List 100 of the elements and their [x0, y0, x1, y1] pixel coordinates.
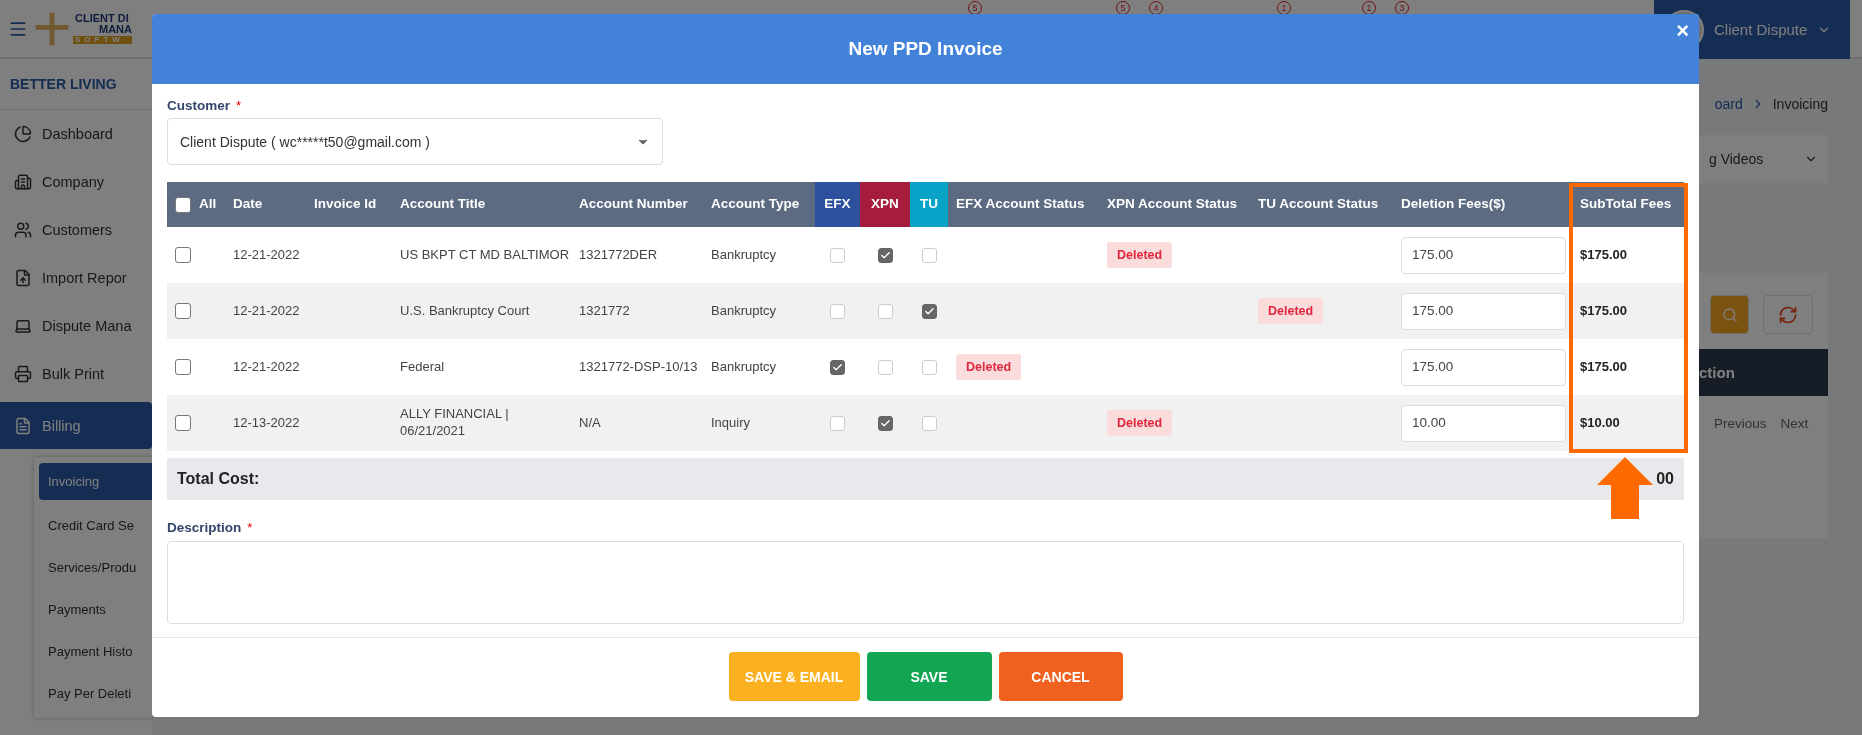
checkbox[interactable]: [877, 415, 893, 431]
user-name[interactable]: Client Dispute: [1714, 21, 1808, 38]
breadcrumb-current: Invoicing: [1772, 96, 1828, 112]
sidebar-item[interactable]: Dashboard: [0, 110, 152, 158]
column-header: Deletion Fees($): [1400, 195, 1507, 214]
table-cell: U.S. Bankruptcy Court: [400, 302, 530, 320]
fee-input[interactable]: 175.00: [1401, 348, 1566, 386]
logo-text: MANA: [98, 24, 132, 36]
file-upload-icon: [14, 269, 32, 287]
date-cell: 12-21-2022: [233, 358, 300, 376]
subtotal-cell: $10.00: [1580, 414, 1620, 432]
search-icon: [1721, 306, 1738, 323]
status-tag: Deleted: [956, 353, 1022, 381]
column-header: Account Number: [578, 195, 689, 214]
previous-link[interactable]: Previous: [1714, 416, 1767, 431]
submenu-item[interactable]: Payment Histo: [39, 630, 152, 672]
check-icon: [832, 361, 843, 373]
customer-select[interactable]: Client Dispute ( wc*****t50@gmail.com ): [167, 118, 663, 165]
required-mark: *: [247, 520, 253, 535]
dialog-title: New PPD Invoice: [848, 38, 1003, 60]
subtotal-cell: $175.00: [1580, 358, 1627, 376]
printer-icon: [14, 365, 32, 383]
column-header: Account Title: [399, 195, 487, 214]
sidebar-item[interactable]: Dispute Mana: [0, 302, 152, 350]
fee-input[interactable]: 10.00: [1401, 404, 1566, 442]
sidebar-item[interactable]: Company: [0, 158, 152, 206]
row-checkbox[interactable]: [175, 415, 191, 431]
check-icon: [879, 417, 891, 429]
date-cell: 12-13-2022: [233, 414, 300, 432]
column-header: Date: [232, 195, 264, 214]
users-icon: [14, 221, 32, 239]
submenu-item[interactable]: Services/Produ: [39, 546, 152, 588]
subtotal-cell: $175.00: [1580, 302, 1627, 320]
table-cell: Bankruptcy: [711, 246, 777, 264]
column-header: All: [167, 182, 225, 227]
select-all-checkbox[interactable]: [175, 196, 191, 213]
building-icon: [14, 173, 32, 191]
total-value: 00: [1656, 470, 1674, 488]
submenu-item[interactable]: Invoicing: [39, 463, 152, 500]
status-tag: Deleted: [1258, 297, 1324, 325]
fee-input[interactable]: 175.00: [1401, 292, 1566, 330]
row-checkbox[interactable]: [175, 247, 191, 263]
table-cell: 1321772-DSP-10/13: [579, 358, 698, 376]
required-mark: *: [236, 98, 242, 113]
laptop-icon: [14, 317, 32, 335]
table-cell-text: ALLY FINANCIAL | 06/21/2021: [400, 406, 510, 440]
description-field[interactable]: [167, 541, 1684, 624]
cancel-button[interactable]: CANCEL: [998, 652, 1123, 701]
checkbox[interactable]: [830, 359, 845, 375]
next-link[interactable]: Next: [1780, 416, 1809, 431]
table-cell: Bankruptcy: [711, 302, 777, 320]
column-header: XPN Account Status: [1106, 195, 1239, 214]
sidebar-item[interactable]: Import Repor: [0, 254, 152, 302]
column-header: Invoice Id: [313, 195, 378, 214]
column-header: TU Account Status: [1257, 195, 1380, 214]
column-header: Account Type: [710, 195, 801, 214]
date-cell: 12-21-2022: [233, 246, 300, 264]
table-cell: 1321772DER: [579, 246, 658, 264]
fee-input[interactable]: 175.00: [1401, 236, 1566, 274]
check-icon: [923, 305, 935, 317]
field-label: Description: [167, 520, 242, 535]
sidebar-item[interactable]: Bulk Print: [0, 350, 152, 398]
submenu-item[interactable]: Credit Card Se: [39, 504, 152, 546]
table-cell: US BKPT CT MD BALTIMOR: [400, 246, 570, 264]
check-icon: [879, 249, 891, 261]
table-cell: 1321772: [579, 302, 630, 320]
close-button[interactable]: ×: [1676, 18, 1689, 44]
table-cell: Inquiry: [711, 414, 751, 432]
table-cell: N/A: [579, 414, 601, 432]
checkbox[interactable]: [877, 247, 893, 263]
date-cell: 12-21-2022: [233, 302, 300, 320]
pie-chart-icon: [14, 125, 32, 143]
column-header: SubTotal Fees: [1579, 195, 1673, 214]
table-cell: Federal: [400, 358, 445, 376]
logo-text: SOFTW: [73, 35, 132, 45]
refresh-icon: [1778, 304, 1798, 325]
row-checkbox[interactable]: [175, 359, 191, 375]
column-header: XPN: [860, 182, 910, 227]
column-header: EFX Account Status: [955, 195, 1086, 214]
column-header: TU: [910, 182, 948, 227]
submenu-item[interactable]: Pay Per Deleti: [39, 672, 152, 714]
subtotal-cell: $175.00: [1580, 246, 1627, 264]
row-checkbox[interactable]: [175, 303, 191, 319]
checkbox[interactable]: [921, 303, 937, 319]
status-tag: Deleted: [1107, 409, 1173, 437]
videos-dropdown[interactable]: g Videos: [1709, 151, 1818, 167]
annotation-arrow: [1597, 457, 1653, 519]
total-label: Total Cost:: [177, 470, 260, 488]
refresh-button[interactable]: [1763, 295, 1813, 334]
field-label: Customer: [167, 98, 230, 113]
column-header: EFX: [815, 182, 860, 227]
submenu-item[interactable]: Payments: [39, 588, 152, 630]
logo-text: CLIENT DI: [74, 12, 130, 25]
sidebar-item[interactable]: Billing: [0, 402, 152, 449]
document-icon: [14, 416, 32, 435]
sidebar-item[interactable]: Customers: [0, 206, 152, 254]
status-tag: Deleted: [1107, 241, 1173, 269]
save-button[interactable]: SAVE: [866, 652, 992, 701]
breadcrumb-link[interactable]: oard: [1714, 96, 1743, 112]
table-header: ction: [1699, 349, 1828, 396]
